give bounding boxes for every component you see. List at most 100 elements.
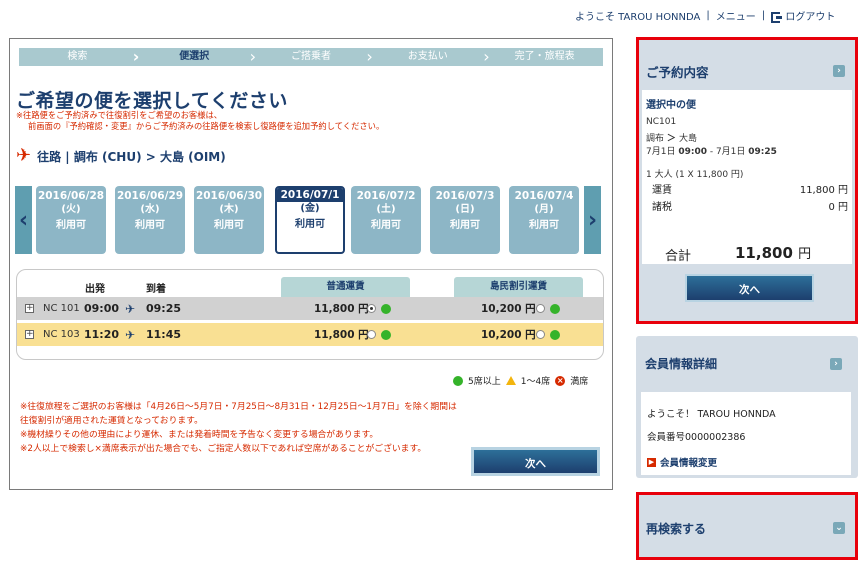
- date-label: 2016/06/28: [37, 190, 105, 202]
- member-info-panel: 会員情報詳細 › ようこそ！ TAROU HONNDA 会員番号00000023…: [636, 336, 858, 478]
- page-title: ご希望の便を選択してください: [16, 90, 288, 112]
- chevron-down-icon[interactable]: ⌄: [833, 522, 845, 534]
- islander-fare-radio[interactable]: [536, 330, 545, 339]
- depart-time: 11:20: [84, 328, 120, 341]
- normal-fare-radio[interactable]: [367, 330, 376, 339]
- step-search: 検索: [67, 51, 88, 62]
- sidebar-next-button[interactable]: 次へ: [685, 274, 814, 302]
- date-label: 2016/06/29: [116, 190, 184, 202]
- route-to: 大島: [679, 134, 698, 144]
- legend-yellow-label: 1〜4席: [520, 377, 551, 387]
- separator: |: [706, 10, 710, 21]
- reservation-header: ご予約内容: [646, 65, 709, 80]
- user-bar: ようこそ TAROU HONNDA | メニュー | ログアウト: [575, 8, 855, 23]
- menu-link[interactable]: メニュー: [716, 8, 756, 23]
- seat-available-icon: [381, 329, 391, 340]
- prev-dates-button[interactable]: ‹: [15, 186, 32, 254]
- logout-link[interactable]: ログアウト: [771, 8, 835, 23]
- depart-time: 09:00: [84, 302, 120, 315]
- date-tab[interactable]: 2016/07/2 (土) 利用可: [351, 186, 421, 254]
- chevron-right-icon[interactable]: ›: [833, 65, 845, 77]
- total-label: 合計: [665, 249, 692, 264]
- selected-flight-title: 選択中の便: [646, 100, 696, 111]
- foot-notes: ※往復旅程をご選択のお客様は「4月26日〜5月7日・7月25日〜8月31日・12…: [20, 400, 457, 456]
- expand-icon[interactable]: +: [25, 330, 34, 339]
- member-number: 会員番号0000002386: [647, 432, 746, 443]
- weekday-label: (日): [455, 204, 475, 215]
- passenger-count: 1 大人 (1 X 11,800 円): [646, 170, 744, 180]
- step-complete: 完了・旅程表: [483, 48, 603, 66]
- table-row[interactable]: + NC 101 09:00 ✈ 09:25 11,800 円 10,200 円: [17, 297, 603, 320]
- step-payment: お支払い: [366, 48, 486, 66]
- foot-note: ※2人以上で検索し×満席表示が出た場合でも、ご指定人数以下であれば空席があること…: [20, 444, 427, 454]
- airplane-icon: ✈: [16, 145, 32, 166]
- member-header: 会員情報詳細: [645, 357, 718, 371]
- date-tab[interactable]: 2016/07/4 (月) 利用可: [509, 186, 579, 254]
- step-passengers: ご搭乗者: [250, 48, 370, 66]
- flight-number: NC 103: [43, 329, 80, 340]
- selected-route: 調布 ＞ 大島: [646, 131, 697, 144]
- date-tab[interactable]: 2016/07/3 (日) 利用可: [430, 186, 500, 254]
- date-tab[interactable]: 2016/06/28 (火) 利用可: [36, 186, 106, 254]
- col-header-normal-fare: 普通運賃: [281, 277, 410, 297]
- seat-available-icon: [550, 303, 560, 314]
- total-unit: 円: [798, 247, 812, 262]
- arrive-time: 11:45: [146, 328, 182, 341]
- date-label: 2016/07/1: [277, 188, 343, 202]
- table-row[interactable]: + NC 103 11:20 ✈ 11:45 11,800 円 10,200 円: [17, 323, 603, 346]
- step-flight-select: 便選択: [133, 48, 253, 66]
- date-tab[interactable]: 2016/06/30 (木) 利用可: [194, 186, 264, 254]
- seat-few-icon: [505, 376, 516, 385]
- availability-label: 利用可: [371, 220, 401, 231]
- date-label: 2016/07/2: [356, 190, 416, 202]
- member-welcome: ようこそ！ TAROU HONNDA: [647, 409, 776, 420]
- arrow-right-icon: ＞: [666, 134, 680, 144]
- legend-green-label: 5席以上: [468, 377, 501, 387]
- seat-available-icon: [453, 375, 463, 386]
- notice-line: ※往路便をご予約済みで往復割引をご希望のお客様は、: [16, 110, 223, 120]
- expand-icon[interactable]: +: [25, 304, 34, 313]
- availability-label: 利用可: [529, 220, 559, 231]
- normal-fare-radio[interactable]: [367, 304, 376, 313]
- date-tab-selected[interactable]: 2016/07/1 (金) 利用可: [275, 186, 345, 254]
- route-heading: ✈ 往路 | 調布 (CHU) > 大島 (OIM): [16, 147, 226, 165]
- research-header: 再検索する: [646, 522, 707, 536]
- member-change-link[interactable]: ▶ 会員情報変更: [647, 455, 717, 469]
- time-date-b: - 7月1日: [706, 147, 749, 157]
- chevron-right-icon[interactable]: ›: [830, 358, 842, 370]
- welcome-text: ようこそ TAROU HONNDA: [575, 12, 701, 23]
- tax-value: 0 円: [828, 202, 848, 213]
- separator: |: [761, 10, 766, 21]
- research-panel[interactable]: 再検索する ⌄: [636, 492, 858, 560]
- airplane-icon: ✈: [125, 301, 136, 316]
- tax-row: 諸税 0 円: [652, 198, 848, 213]
- member-change-label: 会員情報変更: [660, 458, 718, 469]
- fare-value: 11,800 円: [799, 185, 848, 196]
- col-header-arrive: 到着: [146, 284, 166, 295]
- next-dates-button[interactable]: ›: [584, 186, 601, 254]
- legend-red-label: 満席: [570, 377, 589, 387]
- weekday-label: (土): [376, 204, 396, 215]
- notice: ※往路便をご予約済みで往復割引をご希望のお客様は、 前画面の『予約確認・変更』か…: [16, 110, 384, 132]
- weekday-label: (金): [300, 203, 320, 214]
- progress-steps: 検索 便選択 ご搭乗者 お支払い 完了・旅程表: [19, 48, 603, 66]
- selected-times: 7月1日 09:00 - 7月1日 09:25: [646, 144, 777, 157]
- date-tab[interactable]: 2016/06/29 (水) 利用可: [115, 186, 185, 254]
- reservation-details: 選択中の便 NC101 調布 ＞ 大島 7月1日 09:00 - 7月1日 09…: [642, 90, 852, 264]
- weekday-label: (水): [140, 204, 160, 215]
- foot-note: 往復割引が適用された運賃となっております。: [20, 416, 203, 426]
- arrive-time: 09:25: [146, 302, 182, 315]
- weekday-label: (火): [61, 204, 81, 215]
- reservation-summary: ご予約内容 › 選択中の便 NC101 調布 ＞ 大島 7月1日 09:00 -…: [636, 37, 858, 324]
- flight-select-panel: 検索 便選択 ご搭乗者 お支払い 完了・旅程表 ご希望の便を選択してください ※…: [9, 38, 613, 490]
- islander-fare-radio[interactable]: [536, 304, 545, 313]
- availability-label: 利用可: [214, 220, 244, 231]
- seat-legend: 5席以上 1〜4席 × 満席: [453, 374, 588, 387]
- seat-available-icon: [381, 303, 391, 314]
- arrow-right-icon: ▶: [647, 457, 656, 467]
- normal-fare-price: 11,800 円: [314, 303, 369, 315]
- next-button[interactable]: 次へ: [471, 447, 600, 476]
- normal-fare-price: 11,800 円: [314, 329, 369, 341]
- fare-row: 運賃 11,800 円: [652, 181, 848, 196]
- route-text: 往路 | 調布 (CHU) > 大島 (OIM): [37, 149, 226, 164]
